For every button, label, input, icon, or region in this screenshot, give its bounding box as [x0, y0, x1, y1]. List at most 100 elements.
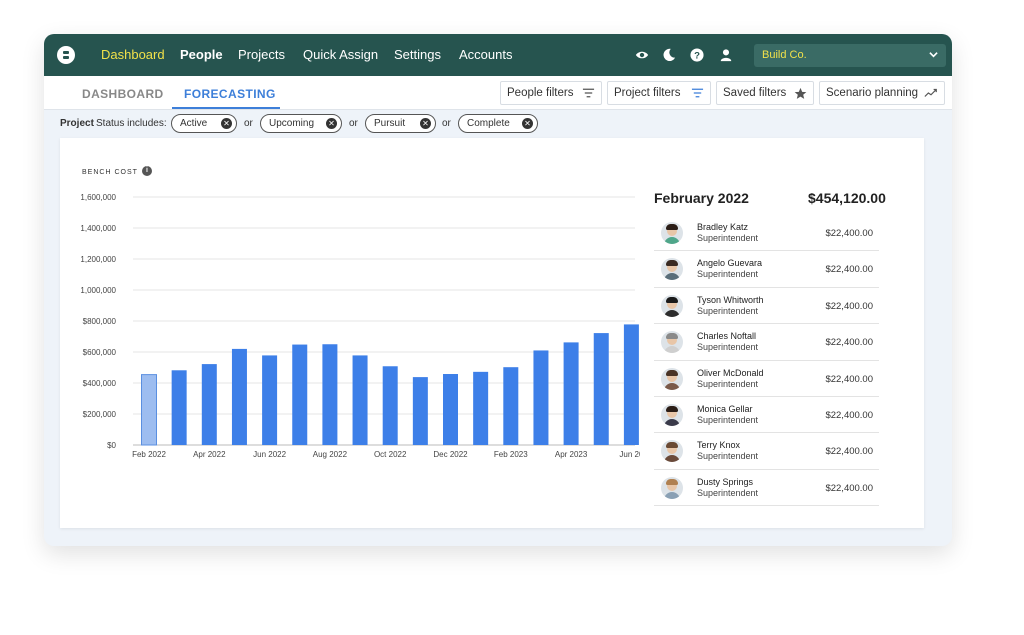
- avatar: [661, 440, 683, 463]
- person-name: Dusty Springs: [697, 476, 754, 487]
- tab-dashboard[interactable]: DASHBOARD: [82, 87, 164, 101]
- company-name: Build Co.: [762, 49, 807, 61]
- nav-settings[interactable]: Settings: [394, 47, 441, 62]
- y-tick-label: 1,600,000: [80, 193, 116, 202]
- chip-upcoming[interactable]: Upcoming ✕: [260, 114, 342, 133]
- x-tick-label: Feb 2023: [494, 450, 528, 459]
- active-tab-indicator: [172, 107, 280, 109]
- company-selector[interactable]: Build Co.: [754, 44, 946, 67]
- avatar: [661, 294, 683, 317]
- remove-chip-icon[interactable]: ✕: [420, 118, 431, 129]
- x-tick-label: Jun 2022: [253, 450, 286, 459]
- chip-complete[interactable]: Complete ✕: [458, 114, 538, 133]
- person-row[interactable]: Monica Gellar Superintendent $22,400.00: [654, 397, 879, 434]
- people-filters-button[interactable]: People filters: [500, 81, 602, 105]
- people-filters-label: People filters: [507, 87, 574, 99]
- person-row[interactable]: Terry Knox Superintendent $22,400.00: [654, 433, 879, 470]
- people-list: Bradley Katz Superintendent $22,400.00 Ange…: [654, 215, 879, 507]
- y-tick-label: 1,000,000: [80, 286, 116, 295]
- bar-jun-2022[interactable]: [262, 355, 278, 445]
- bar-jun-2023[interactable]: [623, 324, 639, 445]
- bar-jan-2023[interactable]: [473, 371, 489, 445]
- remove-chip-icon[interactable]: ✕: [326, 118, 337, 129]
- person-row[interactable]: Angelo Guevara Superintendent $22,400.00: [654, 251, 879, 288]
- scenario-planning-button[interactable]: Scenario planning: [819, 81, 945, 105]
- bar-sep-2022[interactable]: [352, 355, 368, 445]
- x-tick-label: Oct 2022: [374, 450, 407, 459]
- nav-quick-assign[interactable]: Quick Assign: [303, 47, 378, 62]
- person-row[interactable]: Tyson Whitworth Superintendent $22,400.00: [654, 288, 879, 325]
- bar-aug-2022[interactable]: [322, 344, 338, 445]
- person-role: Superintendent: [697, 378, 759, 389]
- user-icon[interactable]: [719, 48, 733, 62]
- chip-pursuit[interactable]: Pursuit ✕: [365, 114, 436, 133]
- app-logo-icon[interactable]: [57, 46, 75, 64]
- bar-jul-2022[interactable]: [292, 344, 308, 445]
- bar-may-2022[interactable]: [231, 348, 247, 445]
- x-tick-label: Jun 20: [619, 450, 640, 459]
- person-name: Tyson Whitworth: [697, 294, 764, 305]
- bar-feb-2023[interactable]: [503, 367, 519, 445]
- nav-people[interactable]: People: [180, 47, 223, 62]
- bar-mar-2022[interactable]: [171, 370, 187, 445]
- bar-feb-2022[interactable]: [141, 374, 157, 446]
- person-cost: $22,400.00: [825, 482, 873, 494]
- remove-chip-icon[interactable]: ✕: [221, 118, 232, 129]
- person-role: Superintendent: [697, 233, 759, 243]
- avatar: [661, 258, 683, 281]
- chip-active[interactable]: Active ✕: [171, 114, 237, 133]
- y-tick-label: $0: [107, 441, 116, 450]
- person-role: Superintendent: [697, 269, 759, 280]
- bar-mar-2023[interactable]: [533, 350, 549, 445]
- project-filters-button[interactable]: Project filters: [607, 81, 711, 105]
- person-role: Superintendent: [697, 305, 759, 316]
- person-row[interactable]: Oliver McDonald Superintendent $22,400.00: [654, 361, 879, 397]
- summary-total: $454,120.00: [808, 190, 886, 206]
- x-tick-label: Aug 2022: [313, 450, 348, 459]
- avatar: [661, 222, 683, 244]
- person-row[interactable]: Charles Noftall Superintendent $22,400.00: [654, 324, 879, 361]
- y-tick-label: $400,000: [83, 379, 117, 388]
- person-role: Superintendent: [697, 451, 759, 462]
- chevron-down-icon: [929, 52, 938, 58]
- bar-apr-2022[interactable]: [201, 364, 217, 445]
- bar-apr-2023[interactable]: [563, 342, 579, 445]
- bar-nov-2022[interactable]: [412, 377, 428, 445]
- or-separator: or: [442, 118, 451, 129]
- bar-oct-2022[interactable]: [382, 366, 398, 445]
- person-cost: $22,400.00: [825, 264, 873, 276]
- x-tick-label: Feb 2022: [132, 450, 166, 459]
- filter-project-label: Project: [60, 118, 94, 129]
- remove-chip-icon[interactable]: ✕: [522, 118, 533, 129]
- saved-filters-label: Saved filters: [723, 87, 787, 99]
- person-row[interactable]: Bradley Katz Superintendent $22,400.00: [654, 215, 879, 252]
- person-cost: $22,400.00: [825, 300, 873, 312]
- y-tick-label: 1,400,000: [80, 224, 116, 233]
- person-name: Charles Noftall: [697, 331, 757, 342]
- person-name: Monica Gellar: [697, 403, 753, 414]
- svg-text:?: ?: [694, 51, 700, 62]
- filter-status-label: Status includes:: [96, 118, 167, 129]
- person-name: Terry Knox: [697, 440, 741, 451]
- project-filters-label: Project filters: [614, 87, 681, 99]
- nav-accounts[interactable]: Accounts: [459, 47, 512, 62]
- nav-projects[interactable]: Projects: [238, 47, 285, 62]
- scenario-planning-label: Scenario planning: [826, 87, 919, 99]
- bar-dec-2022[interactable]: [443, 374, 458, 445]
- moon-icon[interactable]: [662, 48, 676, 62]
- y-tick-label: $800,000: [83, 317, 117, 326]
- help-icon[interactable]: ?: [690, 48, 704, 62]
- sub-navbar: DASHBOARD FORECASTING People filters Pro…: [44, 76, 952, 110]
- y-tick-label: $600,000: [83, 348, 117, 357]
- person-row[interactable]: Dusty Springs Superintendent $22,400.00: [654, 470, 879, 507]
- nav-dashboard[interactable]: Dashboard: [101, 47, 165, 62]
- person-role: Superintendent: [697, 487, 759, 498]
- eye-icon[interactable]: [635, 48, 649, 62]
- bar-may-2023[interactable]: [593, 333, 609, 445]
- project-status-filterbar: Project Status includes: Active ✕ or Upc…: [44, 111, 952, 135]
- person-cost: $22,400.00: [825, 373, 873, 385]
- person-name: Bradley Katz: [697, 222, 749, 232]
- tab-forecasting[interactable]: FORECASTING: [184, 87, 276, 101]
- saved-filters-button[interactable]: Saved filters: [716, 81, 814, 105]
- chip-active-label: Active: [180, 118, 208, 129]
